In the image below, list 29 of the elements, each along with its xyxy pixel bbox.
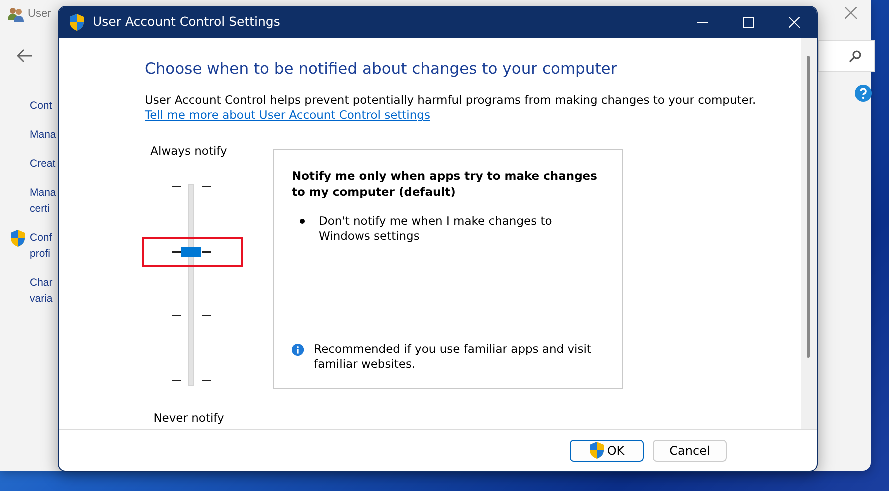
back-arrow-icon[interactable]: [16, 47, 34, 65]
slider-bottom-label: Never notify: [154, 410, 224, 427]
cancel-button[interactable]: Cancel: [653, 440, 727, 462]
help-link[interactable]: Tell me more about User Account Control settings: [145, 108, 430, 122]
shield-icon: [69, 14, 85, 31]
slider-top-label: Always notify: [150, 142, 228, 160]
scrollbar[interactable]: [801, 38, 817, 429]
setting-title: Notify me only when apps try to make changes to my computer (default): [292, 168, 598, 200]
search-field[interactable]: [818, 40, 875, 72]
users-icon: [8, 6, 24, 22]
search-icon: [849, 50, 862, 62]
heading: Choose when to be notified about changes to your computer: [145, 59, 618, 80]
task-link[interactable]: Char varia: [30, 275, 53, 307]
bullet-icon: [300, 218, 305, 224]
ok-button[interactable]: OK: [570, 440, 644, 462]
window-title: User: [28, 7, 52, 22]
window-title: User Account Control Settings: [93, 13, 280, 32]
slider-thumb[interactable]: [181, 246, 201, 257]
shield-icon: [10, 230, 26, 247]
info-icon: [292, 342, 304, 358]
task-link[interactable]: Cont: [30, 98, 52, 114]
task-link[interactable]: Mana: [30, 127, 56, 143]
recommendation-text: Recommended if you use familiar apps and visit familiar websites.: [314, 342, 592, 372]
bullet-text: Don't notify me when I make changes to Windows settings: [319, 214, 554, 244]
task-link[interactable]: Mana certi: [30, 185, 56, 217]
help-icon[interactable]: [855, 85, 872, 102]
description-text: User Account Control helps prevent potentially harmful programs from making changes to your computer.: [145, 93, 758, 108]
task-link[interactable]: Conf profi: [30, 230, 52, 262]
task-link[interactable]: Creat: [30, 156, 56, 172]
